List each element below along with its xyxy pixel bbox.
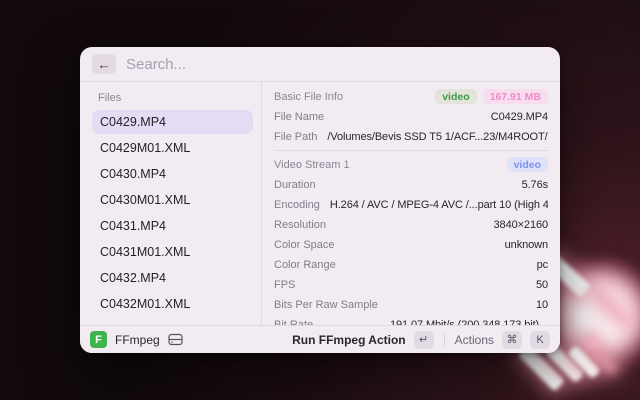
window-body: Files C0429.MP4 C0429M01.XML C0430.MP4 xyxy=(80,82,560,325)
list-item[interactable]: C0431.MP4 xyxy=(92,214,253,238)
basic-info-header-row: Basic File Info video 167.91 MB xyxy=(274,86,548,107)
metadata-value: 10 xyxy=(388,299,548,311)
list-item[interactable]: C0432.MP4 xyxy=(92,266,253,290)
metadata-label: File Name xyxy=(274,111,324,123)
actions-button[interactable]: Actions xyxy=(455,333,494,347)
metadata-label: Color Space xyxy=(274,239,335,251)
list-item[interactable]: C0431M01.XML xyxy=(92,240,253,264)
run-ffmpeg-action-button[interactable]: Run FFmpeg Action xyxy=(292,333,406,347)
list-item[interactable]: C0429.MP4 xyxy=(92,110,253,134)
file-name: C0430.MP4 xyxy=(100,167,166,181)
list-item[interactable]: C0429M01.XML xyxy=(92,136,253,160)
metadata-label: Bits Per Raw Sample xyxy=(274,299,378,311)
metadata-row: Resolution 3840×2160 xyxy=(274,215,548,235)
file-name: C0430M01.XML xyxy=(100,193,190,207)
search-bar: ← xyxy=(80,47,560,82)
enter-key-icon[interactable]: ↵ xyxy=(414,331,434,349)
video-stream-header-row: Video Stream 1 video xyxy=(274,154,548,175)
metadata-row: Color Range pc xyxy=(274,255,548,275)
action-bar: F FFmpeg Run FFmpeg Action ↵ Actions ⌘ K xyxy=(80,325,560,353)
metadata-label: Duration xyxy=(274,179,316,191)
metadata-row: Color Space unknown xyxy=(274,235,548,255)
file-size-badge: 167.91 MB xyxy=(483,89,548,104)
metadata-row: Duration 5.76s xyxy=(274,175,548,195)
metadata-value: unknown xyxy=(345,239,548,251)
list-item[interactable]: C0430.MP4 xyxy=(92,162,253,186)
search-input[interactable] xyxy=(126,56,548,73)
metadata-value: H.264 / AVC / MPEG-4 AVC /...part 10 (Hi… xyxy=(330,199,548,211)
metadata-row: Bits Per Raw Sample 10 xyxy=(274,295,548,315)
footer-divider xyxy=(444,333,445,347)
metadata-label: Color Range xyxy=(274,259,336,271)
ffmpeg-icon-letter: F xyxy=(95,334,102,346)
metadata-row: FPS 50 xyxy=(274,275,548,295)
launcher-window: ← Files C0429.MP4 C0429M01.XML C04 xyxy=(80,47,560,353)
back-arrow-icon: ← xyxy=(98,57,111,72)
detail-panel: Basic File Info video 167.91 MB File Nam… xyxy=(262,82,560,325)
metadata-value: 5.76s xyxy=(326,179,548,191)
metadata-label: Encoding xyxy=(274,199,320,211)
file-list: C0429.MP4 C0429M01.XML C0430.MP4 C0430M0… xyxy=(92,110,253,325)
basic-info-rows: File Name C0429.MP4 File Path /Volumes/B… xyxy=(274,107,548,147)
metadata-value: pc xyxy=(346,259,548,271)
list-item[interactable]: C0433.MP4 xyxy=(92,318,253,325)
k-key-icon[interactable]: K xyxy=(530,331,550,349)
file-name: C0429M01.XML xyxy=(100,141,190,155)
file-type-badge: video xyxy=(435,89,476,104)
file-name: C0431.MP4 xyxy=(100,219,166,233)
metadata-value: 50 xyxy=(305,279,548,291)
metadata-row: File Name C0429.MP4 xyxy=(274,107,548,127)
video-stream-rows: Duration 5.76s Encoding H.264 / AVC / MP… xyxy=(274,175,548,325)
metadata-label: File Path xyxy=(274,131,317,143)
section-divider xyxy=(274,150,548,151)
metadata-label: Resolution xyxy=(274,219,326,231)
hard-drive-icon xyxy=(168,333,183,346)
list-item[interactable]: C0430M01.XML xyxy=(92,188,253,212)
file-name: C0432M01.XML xyxy=(100,297,190,311)
list-item[interactable]: C0432M01.XML xyxy=(92,292,253,316)
video-stream-badge: video xyxy=(507,157,548,172)
basic-info-title: Basic File Info xyxy=(274,91,343,103)
metadata-value: 3840×2160 xyxy=(336,219,548,231)
metadata-row: Encoding H.264 / AVC / MPEG-4 AVC /...pa… xyxy=(274,195,548,215)
metadata-value: /Volumes/Bevis SSD T5 1/ACF...23/M4ROOT/… xyxy=(327,131,548,143)
file-name: C0432.MP4 xyxy=(100,271,166,285)
app-name: FFmpeg xyxy=(115,333,160,347)
cmd-key-icon[interactable]: ⌘ xyxy=(502,331,522,349)
back-button[interactable]: ← xyxy=(92,54,116,74)
files-panel: Files C0429.MP4 C0429M01.XML C0430.MP4 xyxy=(80,82,262,325)
video-stream-title: Video Stream 1 xyxy=(274,159,350,171)
metadata-row: File Path /Volumes/Bevis SSD T5 1/ACF...… xyxy=(274,127,548,147)
metadata-label: FPS xyxy=(274,279,295,291)
ffmpeg-app-icon: F xyxy=(90,331,107,348)
file-name: C0431M01.XML xyxy=(100,245,190,259)
files-section-header: Files xyxy=(92,88,253,110)
file-name: C0429.MP4 xyxy=(100,115,166,129)
metadata-row: Bit Rate 191.07 Mbit/s (200,348,173 bit)… xyxy=(274,315,548,325)
metadata-value: C0429.MP4 xyxy=(334,111,548,123)
